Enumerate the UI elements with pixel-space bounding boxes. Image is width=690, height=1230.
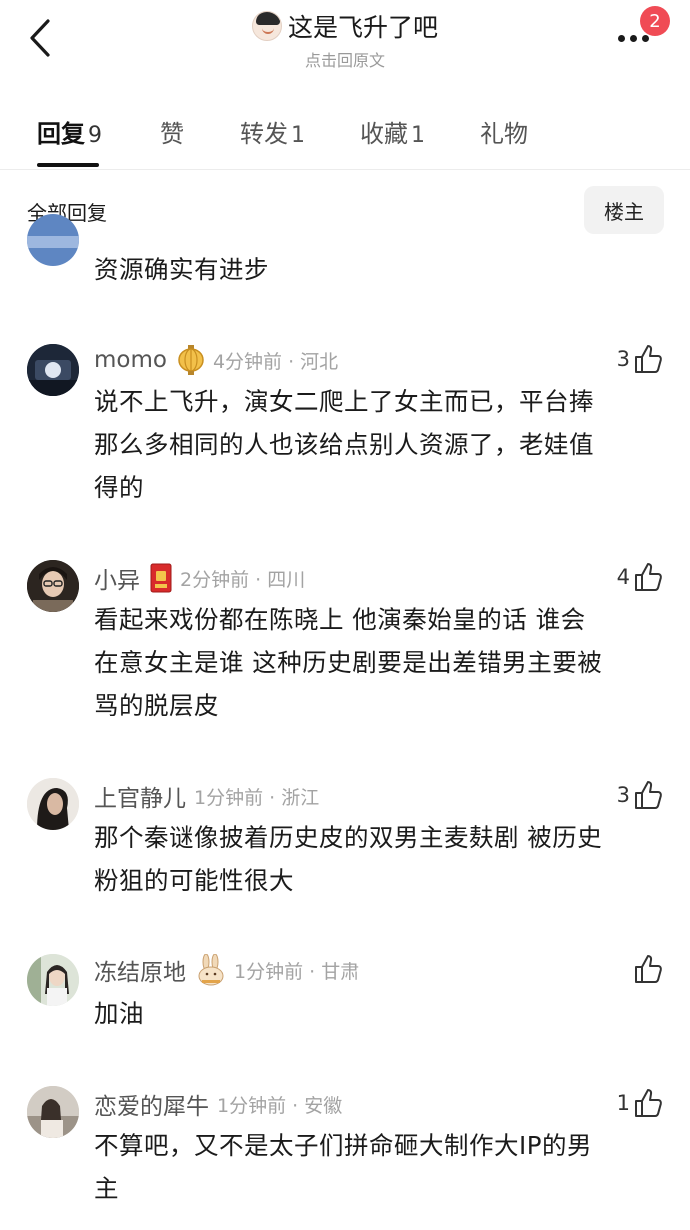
op-only-button[interactable]: 楼主	[584, 186, 664, 234]
rabbit-badge-icon	[196, 954, 226, 986]
comment-text: 加油	[94, 992, 669, 1035]
tab-likes[interactable]: 赞	[160, 114, 184, 149]
more-dots-icon	[642, 34, 649, 42]
comment-line: 不算吧，又不是太子们拼命砸大制作大IP的男	[94, 1131, 592, 1160]
thumbs-up-icon	[635, 563, 662, 591]
comment-line: 在意女主是谁 这种历史剧要是出差错男主要被	[94, 648, 603, 677]
comment-header: 小异 2分钟前 · 四川	[94, 562, 305, 594]
tab-label: 回复	[37, 120, 85, 148]
avatar[interactable]	[27, 1086, 79, 1138]
comment-text: 那个秦谜像披着历史皮的双男主麦麸剧 被历史 粉狙的可能性很大	[94, 816, 669, 902]
tab-count: 1	[411, 123, 425, 148]
comment-text: 不算吧，又不是太子们拼命砸大制作大IP的男 主	[94, 1124, 669, 1210]
like-count: 4	[616, 565, 630, 589]
avatar[interactable]	[27, 954, 79, 1006]
comment-line: 那么多相同的人也该给点别人资源了，老娃值	[94, 430, 594, 459]
person-photo-icon	[27, 560, 79, 612]
thumbs-up-icon	[635, 1089, 662, 1117]
back-to-original-link[interactable]: 点击回原文	[0, 47, 690, 71]
author-avatar-icon	[251, 11, 282, 41]
like-count: 3	[616, 347, 630, 371]
post-title: 这是飞升了吧	[287, 13, 438, 42]
red-envelope-badge-icon	[150, 563, 172, 593]
person-photo-icon	[27, 778, 79, 830]
tab-label: 礼物	[480, 120, 528, 148]
comment-line: 加油	[94, 999, 144, 1028]
comment-meta: 1分钟前 · 浙江	[194, 786, 320, 809]
tab-count: 9	[88, 123, 102, 148]
tab-count: 1	[291, 123, 305, 148]
comment-header: momo 4分钟前 · 河北	[94, 344, 338, 376]
like-button[interactable]	[630, 952, 664, 986]
like-count: 1	[616, 1091, 630, 1115]
filter-row: 全部回复 楼主	[0, 182, 690, 238]
like-button[interactable]: 3	[617, 778, 664, 812]
comment-line: 看起来戏份都在陈晓上 他演秦始皇的话 谁会	[94, 605, 586, 634]
username[interactable]: 冻结原地	[94, 953, 186, 987]
thumbs-up-icon	[635, 781, 662, 809]
avatar[interactable]	[27, 560, 79, 612]
avatar[interactable]	[27, 778, 79, 830]
tab-replies[interactable]: 回复 9	[37, 114, 102, 149]
like-button[interactable]: 4	[617, 560, 664, 594]
more-dots-icon	[630, 34, 637, 42]
like-button[interactable]: 1	[617, 1086, 664, 1120]
comment-line: 粉狙的可能性很大	[94, 866, 294, 895]
tab-favorites[interactable]: 收藏 1	[360, 114, 425, 149]
username[interactable]: 小异	[94, 561, 140, 595]
lantern-badge-icon	[177, 345, 205, 375]
comment-line: 主	[94, 1174, 119, 1203]
person-photo-icon	[27, 1086, 79, 1138]
avatar[interactable]	[27, 344, 79, 396]
notification-badge: 2	[640, 6, 670, 36]
like-button[interactable]: 3	[617, 342, 664, 376]
comment-meta: 4分钟前 · 河北	[212, 350, 339, 373]
tab-bar: 回复 9 赞 转发 1 收藏 1 礼物	[0, 108, 690, 170]
post-title-block[interactable]: 这是飞升了吧 点击回原文	[0, 8, 690, 71]
comment-header: 上官静儿 1分钟前 · 浙江	[94, 780, 319, 812]
comment-meta: 1分钟前 · 安徽	[217, 1094, 343, 1117]
comment-header: 恋爱的犀牛 1分钟前 · 安徽	[94, 1088, 342, 1120]
comment-meta: 1分钟前 · 甘肃	[234, 960, 360, 983]
comment-line: 那个秦谜像披着历史皮的双男主麦麸剧 被历史	[94, 823, 603, 852]
thumbs-up-icon	[635, 955, 662, 983]
moon-scene-icon	[27, 344, 79, 396]
comment-line: 得的	[94, 473, 144, 502]
more-dots-icon	[618, 34, 625, 42]
top-bar: 这是飞升了吧 点击回原文 2	[0, 0, 690, 80]
comment-meta: 2分钟前 · 四川	[180, 568, 306, 591]
comment-header: 冻结原地 1分钟前 · 甘肃	[94, 954, 359, 986]
active-tab-indicator	[37, 163, 99, 167]
comment-text: 看起来戏份都在陈晓上 他演秦始皇的话 谁会 在意女主是谁 这种历史剧要是出差错男…	[94, 598, 669, 727]
tab-reposts[interactable]: 转发 1	[240, 114, 305, 149]
avatar[interactable]	[27, 214, 79, 266]
username[interactable]: 上官静儿	[94, 779, 186, 813]
username[interactable]: momo	[94, 347, 167, 373]
tab-label: 转发	[240, 120, 288, 148]
comment-text: 说不上飞升，演女二爬上了女主而已，平台捧 那么多相同的人也该给点别人资源了，老娃…	[94, 380, 669, 509]
thumbs-up-icon	[635, 345, 662, 373]
tab-label: 收藏	[360, 120, 408, 148]
tab-label: 赞	[160, 120, 184, 148]
comment-line: 说不上飞升，演女二爬上了女主而已，平台捧	[94, 387, 594, 416]
comment-line: 骂的脱层皮	[94, 691, 219, 720]
person-photo-icon	[27, 954, 79, 1006]
like-count: 3	[616, 783, 630, 807]
tab-gifts[interactable]: 礼物	[480, 114, 528, 149]
comment-line: 资源确实有进步	[94, 255, 269, 284]
username[interactable]: 恋爱的犀牛	[94, 1087, 209, 1121]
comment-text: 资源确实有进步	[94, 248, 669, 291]
